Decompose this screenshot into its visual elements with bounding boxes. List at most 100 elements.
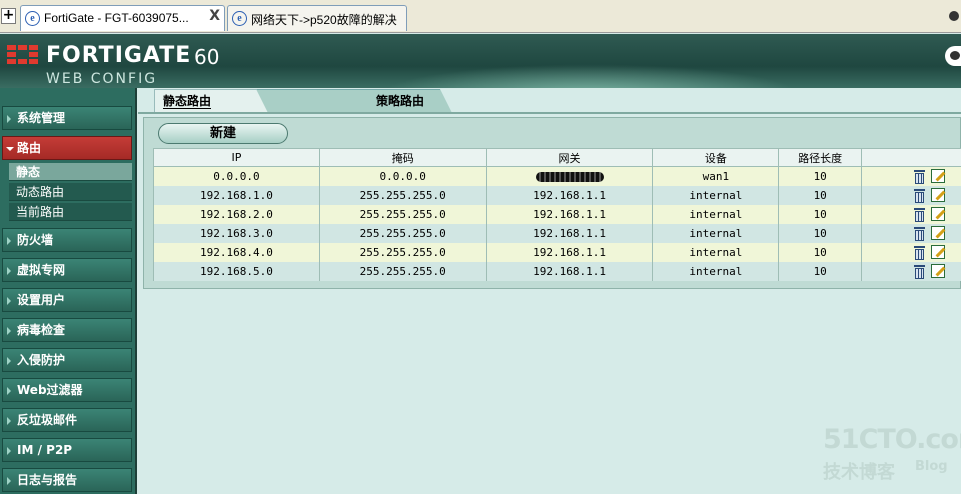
sidebar-item-webfilter[interactable]: Web过滤器	[2, 378, 132, 402]
browser-tab-wangluo[interactable]: e 网络天下->p520故障的解决	[227, 5, 407, 31]
cell-mask: 255.255.255.0	[318, 204, 487, 224]
browser-tab-fortigate[interactable]: e FortiGate - FGT-6039075... X	[20, 5, 225, 31]
content-tabs: 策略路由 静态路由	[138, 88, 961, 113]
column-header-actions	[861, 148, 961, 167]
cell-distance: 10	[778, 261, 863, 281]
sidebar-item-ips[interactable]: 入侵防护	[2, 348, 132, 372]
chevron-down-icon	[6, 147, 14, 151]
sidebar-item-firewall[interactable]: 防火墙	[2, 228, 132, 252]
cell-device: wan1	[652, 166, 780, 186]
table-row[interactable]: 192.168.5.0 255.255.255.0 192.168.1.1 in…	[153, 261, 961, 281]
edit-icon[interactable]	[931, 207, 945, 221]
tab-divider	[138, 112, 961, 114]
chevron-right-icon	[7, 237, 11, 245]
sidebar-item-router[interactable]: 路由	[2, 136, 132, 160]
column-header-distance[interactable]: 路径长度	[778, 148, 863, 167]
sidebar-item-antispam[interactable]: 反垃圾邮件	[2, 408, 132, 432]
sidebar-item-user[interactable]: 设置用户	[2, 288, 132, 312]
cell-distance: 10	[778, 204, 863, 224]
app-header: FORTIGATE 60 WEB CONFIG	[0, 34, 961, 88]
browser-tab-label: FortiGate - FGT-6039075...	[44, 11, 189, 25]
column-header-ip[interactable]: IP	[153, 148, 320, 167]
cell-distance: 10	[778, 166, 863, 186]
sidebar-item-label: 入侵防护	[17, 353, 66, 367]
table-row[interactable]: 192.168.1.0 255.255.255.0 192.168.1.1 in…	[153, 185, 961, 205]
cell-actions	[861, 204, 961, 224]
cell-gateway	[485, 166, 654, 186]
edit-icon[interactable]	[931, 264, 945, 278]
chevron-right-icon	[7, 115, 11, 123]
edit-icon[interactable]	[931, 245, 945, 259]
cell-gateway: 192.168.1.1	[485, 261, 654, 281]
tab-policy-route[interactable]: 策略路由	[250, 89, 452, 113]
cell-distance: 10	[778, 185, 863, 205]
chevron-right-icon	[7, 327, 11, 335]
chevron-right-icon	[7, 387, 11, 395]
column-header-mask[interactable]: 掩码	[318, 148, 487, 167]
cell-mask: 0.0.0.0	[318, 166, 487, 186]
edit-icon[interactable]	[931, 226, 945, 240]
browser-tab-label: 网络天下->p520故障的解决	[251, 13, 397, 27]
cell-ip: 192.168.5.0	[153, 261, 320, 281]
cell-actions	[861, 185, 961, 205]
trash-icon[interactable]	[914, 169, 925, 184]
edit-icon[interactable]	[931, 169, 945, 184]
ie-page-icon: e	[25, 11, 40, 26]
cell-mask: 255.255.255.0	[318, 223, 487, 243]
sidebar-item-label: 病毒检查	[17, 323, 66, 337]
sidebar-item-label: 路由	[17, 141, 42, 155]
cell-ip: 0.0.0.0	[153, 166, 320, 186]
header-menu-icon[interactable]	[945, 46, 961, 66]
cell-device: internal	[652, 185, 780, 205]
column-header-device[interactable]: 设备	[652, 148, 780, 167]
cell-gateway: 192.168.1.1	[485, 204, 654, 224]
trash-icon[interactable]	[914, 188, 925, 203]
cell-ip: 192.168.3.0	[153, 223, 320, 243]
table-header-row: IP 掩码 网关 设备 路径长度	[153, 148, 961, 167]
trash-icon[interactable]	[914, 207, 925, 222]
watermark-subtitle: 技术博客	[823, 462, 895, 483]
static-route-panel: 新建 IP 掩码 网关 设备 路径长度 0.0.0.0 0.0.0.0 wan1…	[143, 117, 961, 289]
sidebar-subitem-dynamic[interactable]: 动态路由	[9, 183, 132, 201]
static-route-table: IP 掩码 网关 设备 路径长度 0.0.0.0 0.0.0.0 wan1 10…	[153, 148, 961, 281]
cell-actions	[861, 261, 961, 281]
sidebar-item-im-p2p[interactable]: IM / P2P	[2, 438, 132, 462]
header-glow	[380, 64, 800, 88]
cell-actions	[861, 223, 961, 243]
cell-distance: 10	[778, 242, 863, 262]
table-row[interactable]: 192.168.2.0 255.255.255.0 192.168.1.1 in…	[153, 204, 961, 224]
trash-icon[interactable]	[914, 226, 925, 241]
sidebar-item-label: IM / P2P	[17, 443, 73, 457]
sidebar-item-label: 设置用户	[17, 293, 66, 307]
tab-static-route[interactable]: 静态路由	[154, 89, 268, 113]
sidebar-subitem-static[interactable]: 静态	[9, 163, 132, 181]
brand-name: FORTIGATE	[46, 43, 192, 68]
tab-label: 策略路由	[376, 94, 425, 108]
column-header-gateway[interactable]: 网关	[485, 148, 654, 167]
trash-icon[interactable]	[914, 245, 925, 260]
fortinet-logo-icon	[7, 45, 39, 65]
close-tab-icon[interactable]: X	[209, 8, 220, 24]
sidebar-item-vpn[interactable]: 虚拟专网	[2, 258, 132, 282]
sidebar-item-system[interactable]: 系统管理	[2, 106, 132, 130]
brand-model: 60	[194, 45, 220, 69]
redacted-gateway	[535, 171, 604, 182]
sidebar-subitem-current[interactable]: 当前路由	[9, 203, 132, 221]
sidebar-item-label: 系统管理	[17, 111, 66, 125]
create-new-button[interactable]: 新建	[158, 123, 288, 144]
sidebar-item-label: 防火墙	[17, 233, 54, 247]
sidebar-item-log[interactable]: 日志与报告	[2, 468, 132, 492]
tab-scroll-icon[interactable]	[949, 11, 959, 21]
cell-gateway: 192.168.1.1	[485, 223, 654, 243]
cell-actions	[861, 242, 961, 262]
chevron-right-icon	[7, 357, 11, 365]
table-row[interactable]: 192.168.4.0 255.255.255.0 192.168.1.1 in…	[153, 242, 961, 262]
cell-device: internal	[652, 242, 780, 262]
sidebar-item-antivirus[interactable]: 病毒检查	[2, 318, 132, 342]
table-row[interactable]: 192.168.3.0 255.255.255.0 192.168.1.1 in…	[153, 223, 961, 243]
new-tab-button[interactable]: +	[1, 8, 16, 24]
edit-icon[interactable]	[931, 188, 945, 202]
chevron-right-icon	[7, 477, 11, 485]
table-row[interactable]: 0.0.0.0 0.0.0.0 wan1 10	[153, 166, 961, 186]
trash-icon[interactable]	[914, 264, 925, 279]
